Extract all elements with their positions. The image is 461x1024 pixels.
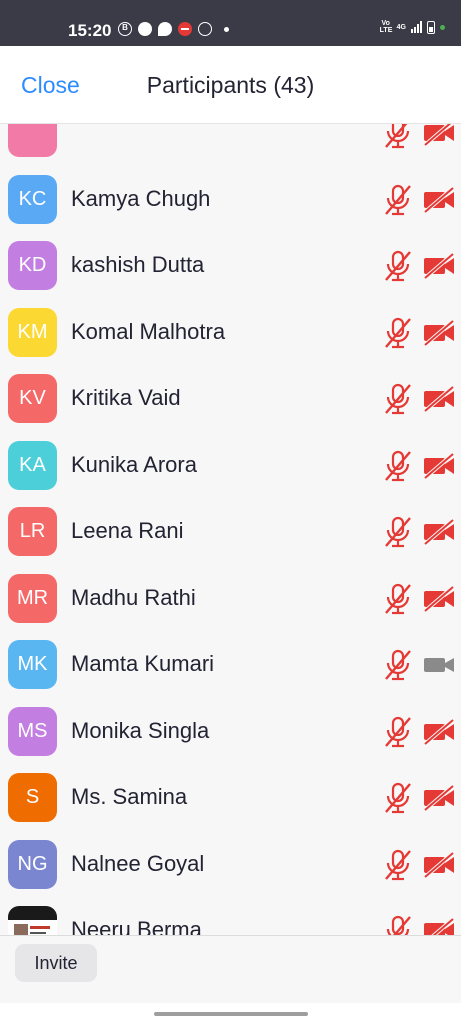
avatar-photo bbox=[8, 906, 57, 935]
video-off-icon bbox=[422, 850, 456, 879]
video-off-icon bbox=[422, 252, 456, 280]
network-type-label: 4G bbox=[396, 23, 406, 31]
notification-dot-icon bbox=[224, 26, 229, 32]
avatar: MS bbox=[8, 706, 57, 756]
participant-row[interactable] bbox=[0, 124, 461, 166]
page-title-text: Participants (43) bbox=[146, 72, 315, 98]
telegram-icon bbox=[198, 22, 212, 36]
mic-muted-icon bbox=[383, 849, 413, 881]
status-system-icons: Vo LTE 4G bbox=[380, 20, 445, 34]
avatar: S bbox=[8, 773, 57, 822]
mic-muted-icon bbox=[383, 516, 413, 548]
avatar: MR bbox=[8, 573, 57, 623]
avatar-initials: KD bbox=[18, 254, 47, 276]
avatar: KM bbox=[8, 307, 57, 357]
mic-muted-icon bbox=[383, 716, 413, 748]
participant-row[interactable]: KC Kamya Chugh bbox=[0, 167, 461, 233]
video-off-icon bbox=[422, 318, 456, 347]
participant-row[interactable]: LR Leena Rani bbox=[0, 499, 461, 565]
status-notification-icons: B bbox=[118, 22, 229, 36]
avatar-initials: KA bbox=[19, 453, 46, 476]
participant-row[interactable]: NG Nalnee Goyal bbox=[0, 832, 461, 898]
avatar-initials: MK bbox=[17, 653, 48, 675]
video-off-icon bbox=[422, 584, 456, 613]
participant-name: Mamta Kumari bbox=[71, 651, 215, 676]
avatar-initials: KV bbox=[19, 387, 46, 409]
participant-name: Madhu Rathi bbox=[71, 584, 196, 610]
participant-row[interactable]: KM Komal Malhotra bbox=[0, 300, 461, 366]
avatar-initials: MR bbox=[16, 586, 49, 609]
mic-muted-icon bbox=[383, 782, 413, 814]
do-not-disturb-icon bbox=[178, 22, 192, 36]
mic-muted-icon bbox=[383, 317, 413, 349]
mic-muted-icon bbox=[383, 124, 413, 149]
home-indicator[interactable] bbox=[154, 1012, 308, 1016]
participants-header: Close Participants (43) bbox=[0, 46, 461, 124]
participant-row[interactable]: MK Mamta Kumari bbox=[0, 632, 461, 698]
mic-muted-icon bbox=[383, 250, 413, 282]
chat-bubble-icon bbox=[138, 22, 152, 36]
avatar-initials: S bbox=[25, 786, 40, 808]
participant-name: Kritika Vaid bbox=[71, 385, 181, 410]
avatar: MK bbox=[8, 640, 57, 689]
avatar bbox=[8, 124, 57, 157]
mic-muted-icon bbox=[383, 915, 413, 935]
avatar: KV bbox=[8, 374, 57, 423]
participant-row[interactable]: S Ms. Samina bbox=[0, 765, 461, 831]
participant-name: Ms. Samina bbox=[71, 784, 188, 809]
avatar: NG bbox=[8, 839, 57, 889]
avatar: KD bbox=[8, 241, 57, 290]
participant-name: Leena Rani bbox=[71, 518, 184, 543]
status-time: 15:20 bbox=[68, 21, 112, 40]
avatar: KA bbox=[8, 440, 57, 490]
navigation-bar bbox=[0, 1003, 461, 1024]
b-circle-icon: B bbox=[118, 22, 132, 36]
video-off-icon bbox=[422, 185, 456, 214]
privacy-indicator-icon bbox=[440, 24, 445, 30]
avatar-initials: LR bbox=[19, 520, 46, 542]
participant-row[interactable]: KD kashish Dutta bbox=[0, 233, 461, 299]
invite-button[interactable]: Invite bbox=[15, 944, 97, 982]
mic-muted-icon bbox=[383, 649, 413, 681]
participant-name: Kunika Arora bbox=[71, 451, 197, 477]
avatar-initials: KM bbox=[17, 320, 48, 343]
volte-icon: Vo LTE bbox=[379, 20, 393, 34]
avatar: LR bbox=[8, 507, 57, 556]
mic-muted-icon bbox=[383, 383, 413, 415]
participant-list[interactable]: KC Kamya Chugh KD kashish Dutta KM Komal Malh… bbox=[0, 124, 461, 935]
location-bolt-icon bbox=[158, 22, 172, 36]
video-off-icon bbox=[422, 451, 456, 480]
mic-muted-icon bbox=[383, 450, 413, 482]
avatar-initials: KC bbox=[18, 187, 47, 210]
page-title: Participants (43) bbox=[0, 72, 461, 99]
participant-name: kashish Dutta bbox=[71, 252, 205, 277]
video-off-icon bbox=[422, 784, 456, 812]
video-off-icon bbox=[422, 124, 456, 147]
video-off-icon bbox=[422, 917, 456, 935]
avatar-initials: NG bbox=[17, 852, 48, 875]
mic-muted-icon bbox=[383, 583, 413, 615]
participant-name: Neeru Berma bbox=[71, 917, 202, 935]
participant-row[interactable]: Neeru Berma bbox=[0, 898, 461, 935]
participant-name: Kamya Chugh bbox=[71, 185, 211, 211]
mic-muted-icon bbox=[383, 184, 413, 216]
avatar: KC bbox=[8, 174, 57, 224]
status-bar: 15:20 B Vo LTE 4G bbox=[0, 0, 461, 46]
participant-name: Monika Singla bbox=[71, 717, 210, 743]
video-off-icon bbox=[422, 518, 456, 546]
battery-icon bbox=[427, 20, 435, 34]
avatar-initials: MS bbox=[17, 719, 48, 742]
participant-row[interactable]: KV Kritika Vaid bbox=[0, 366, 461, 432]
participant-name: Nalnee Goyal bbox=[71, 850, 205, 876]
participant-row[interactable]: KA Kunika Arora bbox=[0, 433, 461, 499]
footer-bar: Invite bbox=[0, 935, 461, 1003]
video-off-icon bbox=[422, 385, 456, 413]
participant-row[interactable]: MS Monika Singla bbox=[0, 699, 461, 765]
participant-name: Komal Malhotra bbox=[71, 318, 226, 344]
video-on-icon bbox=[422, 652, 456, 678]
signal-icon bbox=[411, 21, 422, 33]
participant-row[interactable]: MR Madhu Rathi bbox=[0, 566, 461, 632]
video-off-icon bbox=[422, 717, 456, 746]
